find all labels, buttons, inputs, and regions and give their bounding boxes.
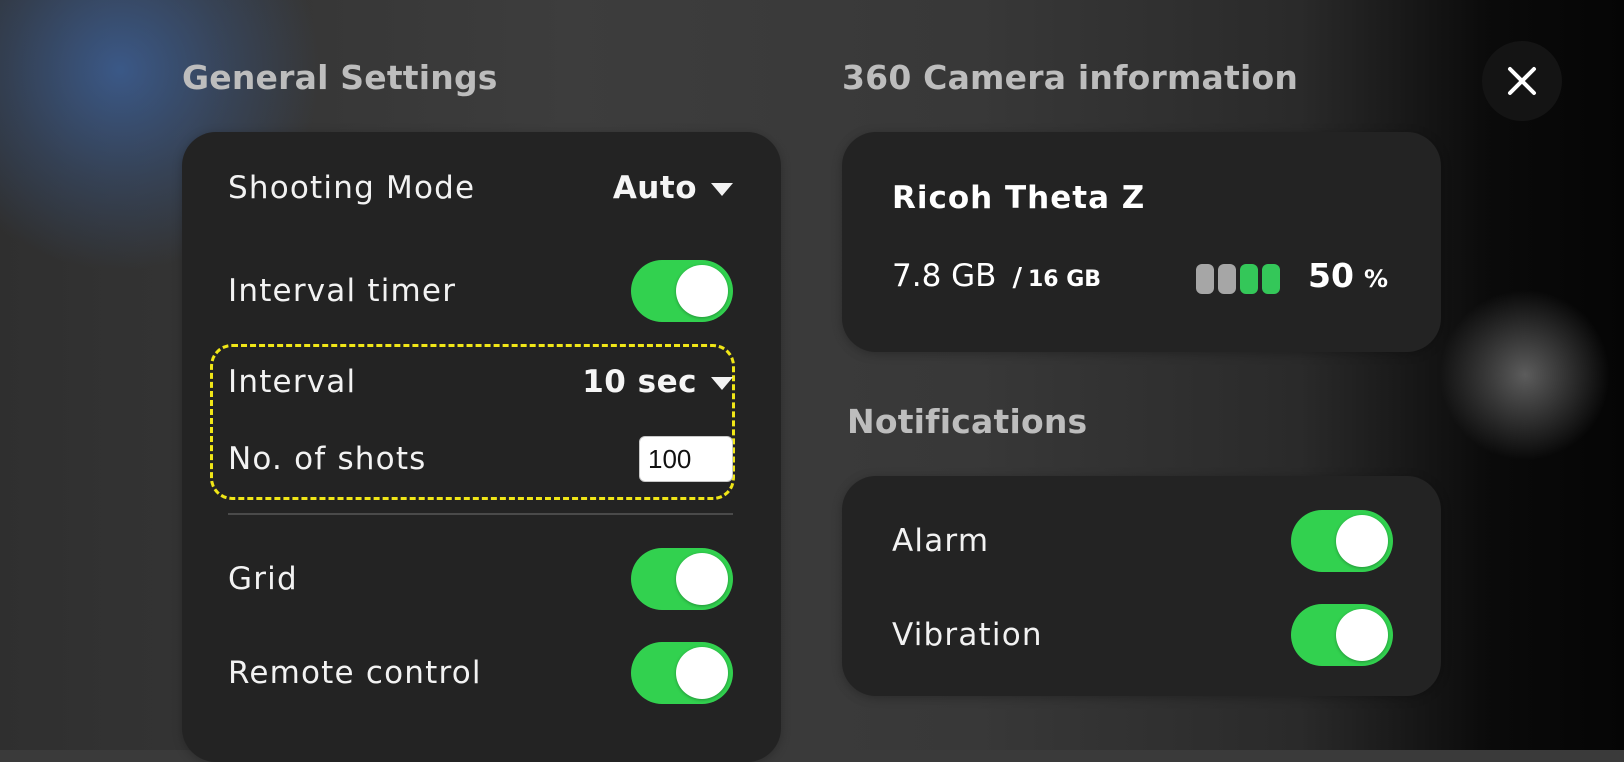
notifications-heading: Notifications xyxy=(847,402,1088,441)
toggle-knob xyxy=(676,265,728,317)
shooting-mode-row: Shooting Mode Auto xyxy=(228,154,733,222)
shooting-mode-label: Shooting Mode xyxy=(228,170,476,206)
general-settings-card: Shooting Mode Auto Interval timer Interv… xyxy=(182,132,781,762)
notifications-card: Alarm Vibration xyxy=(842,476,1441,696)
alarm-toggle[interactable] xyxy=(1291,510,1393,572)
battery-cell xyxy=(1196,264,1214,294)
battery-level: 50 xyxy=(1308,256,1354,295)
vibration-row: Vibration xyxy=(892,604,1393,666)
interval-label: Interval xyxy=(228,364,357,400)
vibration-toggle[interactable] xyxy=(1291,604,1393,666)
caret-down-icon xyxy=(711,182,733,196)
toggle-knob xyxy=(676,553,728,605)
section-divider xyxy=(228,513,733,515)
battery-cell xyxy=(1262,264,1280,294)
grid-label: Grid xyxy=(228,561,298,597)
general-settings-heading: General Settings xyxy=(182,58,498,97)
interval-row: Interval 10 sec xyxy=(228,360,733,404)
shooting-mode-value: Auto xyxy=(612,170,697,206)
camera-info-card: Ricoh Theta Z 7.8 GB / 16 GB 50 % xyxy=(842,132,1441,352)
camera-name: Ricoh Theta Z xyxy=(892,180,1146,216)
shots-input[interactable] xyxy=(639,436,733,482)
storage-info: 7.8 GB / 16 GB xyxy=(892,258,1101,294)
storage-total: 16 GB xyxy=(1027,267,1102,292)
close-icon xyxy=(1508,67,1536,95)
battery-cell xyxy=(1218,264,1236,294)
remote-control-toggle[interactable] xyxy=(631,642,733,704)
camera-info-heading: 360 Camera information xyxy=(842,58,1299,97)
vibration-label: Vibration xyxy=(892,617,1043,653)
shots-row: No. of shots xyxy=(228,434,733,484)
alarm-row: Alarm xyxy=(892,510,1393,572)
toggle-knob xyxy=(1336,609,1388,661)
battery-cell xyxy=(1240,264,1258,294)
interval-dropdown[interactable]: 10 sec xyxy=(582,364,733,400)
interval-timer-row: Interval timer xyxy=(228,260,733,322)
shots-label: No. of shots xyxy=(228,441,427,477)
grid-toggle[interactable] xyxy=(631,548,733,610)
storage-used: 7.8 GB xyxy=(892,258,997,294)
interval-value: 10 sec xyxy=(582,364,697,400)
remote-control-label: Remote control xyxy=(228,655,482,691)
storage-separator: / xyxy=(1012,263,1022,293)
interval-timer-toggle[interactable] xyxy=(631,260,733,322)
remote-control-row: Remote control xyxy=(228,642,733,704)
toggle-knob xyxy=(676,647,728,699)
caret-down-icon xyxy=(711,376,733,390)
battery-unit: % xyxy=(1363,265,1388,293)
toggle-knob xyxy=(1336,515,1388,567)
grid-row: Grid xyxy=(228,548,733,610)
alarm-label: Alarm xyxy=(892,523,990,559)
battery-icon xyxy=(1196,264,1280,294)
close-button[interactable] xyxy=(1482,41,1562,121)
battery-percent: 50 % xyxy=(1308,256,1388,295)
interval-timer-label: Interval timer xyxy=(228,273,457,309)
shooting-mode-dropdown[interactable]: Auto xyxy=(613,170,733,206)
